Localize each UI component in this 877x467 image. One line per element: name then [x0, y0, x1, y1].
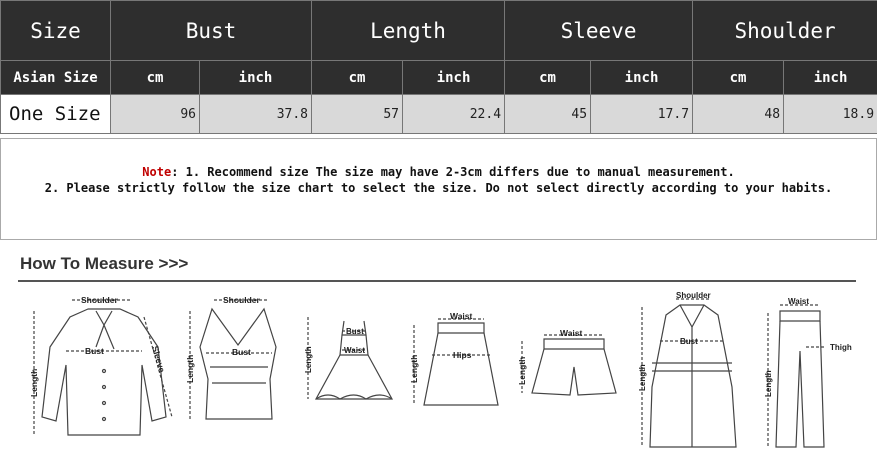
bust-label: Bust: [232, 347, 251, 357]
sleeve-inch: 17.7: [590, 94, 694, 134]
length-label: Length: [764, 370, 773, 397]
tank-top-diagram: Shoulder Bust Length: [185, 295, 277, 420]
header-size: Size: [0, 0, 111, 61]
blouse-diagram: Shoulder Bust Length Sleeve: [29, 295, 173, 436]
length-label: Length: [517, 357, 527, 385]
waist-label: Waist: [788, 297, 809, 306]
waist-label: Waist: [344, 346, 365, 355]
units-row: Asian Size cm inch cm inch cm inch cm in…: [0, 60, 877, 95]
header-shoulder: Shoulder: [692, 0, 877, 61]
note-box: Note: 1. Recommend size The size may hav…: [0, 138, 877, 240]
header-bust: Bust: [109, 0, 313, 61]
units-label: Asian Size: [0, 60, 111, 95]
bust-label: Bust: [85, 346, 104, 356]
note-text-1: : 1. Recommend size The size may have 2-…: [171, 165, 735, 179]
bust-cm: 96: [110, 94, 200, 134]
size-label: One Size: [0, 94, 111, 134]
coat-diagram: Shoulder Bust Length: [638, 291, 737, 448]
hips-label: Hips: [453, 350, 472, 360]
note-line-2: 2. Please strictly follow the size chart…: [44, 181, 833, 195]
shoulder-label: Shoulder: [223, 295, 261, 305]
header-row: Size Bust Length Sleeve Shoulder: [0, 0, 877, 61]
bust-label: Bust: [346, 327, 364, 336]
thigh-label: Thigh: [830, 343, 852, 352]
length-cm: 57: [311, 94, 404, 134]
bust-label: Bust: [680, 337, 698, 346]
length-label: Length: [304, 346, 313, 373]
unit-cm: cm: [311, 60, 404, 95]
length-label: Length: [185, 355, 195, 383]
how-to-measure-diagrams: Shoulder Bust Length Sleeve Shoulder Bus…: [29, 291, 852, 448]
waist-label: Waist: [450, 311, 473, 321]
unit-cm: cm: [504, 60, 592, 95]
bust-inch: 37.8: [198, 94, 313, 134]
dress-diagram: Bust Waist Length: [304, 317, 394, 400]
header-length: Length: [311, 0, 506, 61]
size-chart-table: Size Bust Length Sleeve Shoulder Asian S…: [0, 0, 877, 134]
unit-inch: inch: [783, 60, 877, 95]
waist-label: Waist: [560, 328, 583, 338]
length-label: Length: [409, 355, 419, 383]
shoulder-label: Shoulder: [81, 295, 119, 305]
trousers-diagram: Waist Thigh Length: [764, 297, 852, 448]
divider: [18, 280, 856, 282]
unit-cm: cm: [692, 60, 785, 95]
how-to-measure-title: How To Measure >>>: [20, 254, 189, 273]
length-inch: 22.4: [402, 94, 506, 134]
unit-inch: inch: [590, 60, 694, 95]
sleeve-label: Sleeve: [150, 345, 167, 374]
shoulder-label: Shoulder: [676, 291, 711, 300]
length-label: Length: [638, 364, 647, 391]
sleeve-cm: 45: [504, 94, 592, 134]
header-sleeve: Sleeve: [504, 0, 694, 61]
unit-inch: inch: [198, 60, 313, 95]
table-row: One Size 96 37.8 57 22.4 45 17.7 48 18.9: [0, 94, 877, 134]
skirt-diagram: Waist Hips Length: [409, 311, 499, 406]
shoulder-cm: 48: [692, 94, 785, 134]
shoulder-inch: 18.9: [783, 94, 877, 134]
note-line-1: Note: 1. Recommend size The size may hav…: [1, 164, 876, 180]
unit-cm: cm: [110, 60, 200, 95]
unit-inch: inch: [402, 60, 506, 95]
note-label: Note: [142, 165, 172, 179]
length-label: Length: [29, 369, 39, 397]
shorts-diagram: Waist Length: [517, 328, 617, 396]
